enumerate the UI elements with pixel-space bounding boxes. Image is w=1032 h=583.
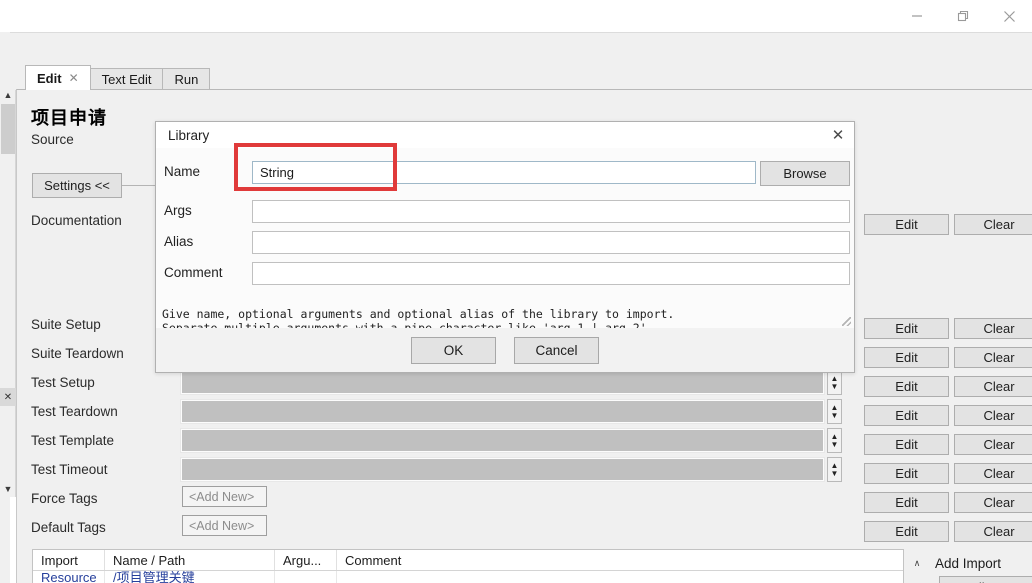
label-test-setup: Test Setup [31,375,95,390]
test-teardown-spinner[interactable]: ▲ ▼ [827,399,842,424]
test-setup-value-field[interactable] [180,370,825,395]
args-label: Args [164,203,192,218]
page-title: 项目申请 [31,108,107,129]
dialog-footer: OK Cancel [156,328,854,372]
label-suite-setup: Suite Setup [31,317,101,332]
scroll-down-icon[interactable]: ▼ [0,480,16,497]
documentation-clear-button[interactable]: Clear [954,214,1032,235]
tab-close-icon[interactable]: ✕ [69,72,79,84]
default-tags-add-new[interactable]: <Add New> [182,515,267,536]
suite-setup-clear-button[interactable]: Clear [954,318,1032,339]
tab-edit-label: Edit [37,70,62,86]
test-template-edit-button[interactable]: Edit [864,434,949,455]
test-template-value-field[interactable] [180,428,825,453]
force-tags-edit-button[interactable]: Edit [864,492,949,513]
window-controls [894,0,1032,32]
restore-icon[interactable] [940,1,986,31]
test-timeout-value-field[interactable] [180,457,825,482]
tab-run[interactable]: Run [162,68,211,90]
add-import-label: Add Import [935,556,1002,571]
test-teardown-value-field[interactable] [180,399,825,424]
label-default-tags: Default Tags [31,520,106,535]
suite-setup-edit-button[interactable]: Edit [864,318,949,339]
column-header-comment: Comment [345,552,402,568]
alias-label: Alias [164,234,194,249]
cell-name-path: /项目管理关键 [105,571,275,583]
import-table-header: Import Name / Path Argu... Comment [33,550,903,571]
cell-args [275,571,337,583]
test-setup-edit-button[interactable]: Edit [864,376,949,397]
comment-label: Comment [164,265,223,280]
label-force-tags: Force Tags [31,491,98,506]
comment-field[interactable] [252,262,850,285]
column-header-args: Argu... [275,550,337,570]
dialog-resize-grip[interactable] [842,317,851,326]
column-header-name-path: Name / Path [105,550,275,570]
tab-text-edit[interactable]: Text Edit [89,68,164,90]
add-import-library-button[interactable]: Library [939,576,1032,583]
tab-text-edit-label: Text Edit [101,72,152,87]
dialog-body: Name String Browse Args Alias Comment Gi… [156,148,854,348]
tab-edit[interactable]: Edit ✕ [25,65,91,90]
name-label: Name [164,164,201,179]
test-template-spinner[interactable]: ▲ ▼ [827,428,842,453]
table-scroll-up-icon[interactable]: ∧ [910,556,924,570]
label-test-timeout: Test Timeout [31,462,108,477]
dialog-row-comment: Comment [156,262,854,288]
test-setup-clear-button[interactable]: Clear [954,376,1032,397]
dialog-row-alias: Alias [156,231,854,257]
suite-teardown-edit-button[interactable]: Edit [864,347,949,368]
tab-bar: Edit ✕ Text Edit Run [10,64,1032,90]
cell-comment [337,571,902,583]
settings-toggle-button[interactable]: Settings << [32,173,122,198]
name-field[interactable]: String [252,161,756,184]
browse-button[interactable]: Browse [760,161,850,186]
documentation-label: Documentation [31,213,122,228]
test-timeout-clear-button[interactable]: Clear [954,463,1032,484]
outer-vertical-scrollbar[interactable]: ▲ ▼ [0,86,16,497]
cancel-button[interactable]: Cancel [514,336,599,364]
column-header-import: Import [33,550,105,570]
table-row[interactable]: Resource /项目管理关键 [33,571,903,583]
scrollbar-thumb[interactable] [1,104,15,154]
label-test-template: Test Template [31,433,115,448]
label-test-teardown: Test Teardown [31,404,118,419]
test-teardown-edit-button[interactable]: Edit [864,405,949,426]
label-suite-teardown: Suite Teardown [31,346,124,361]
minimize-icon[interactable] [894,1,940,31]
test-timeout-edit-button[interactable]: Edit [864,463,949,484]
dialog-close-icon[interactable]: ✕ [827,125,849,145]
library-dialog: Library ✕ Name String Browse Args Alias [155,121,855,373]
default-tags-clear-button[interactable]: Clear [954,521,1032,542]
test-timeout-spinner[interactable]: ▲ ▼ [827,457,842,482]
dialog-row-name: Name String Browse [156,161,854,187]
force-tags-clear-button[interactable]: Clear [954,492,1032,513]
documentation-edit-button[interactable]: Edit [864,214,949,235]
dialog-row-args: Args [156,200,854,226]
test-teardown-clear-button[interactable]: Clear [954,405,1032,426]
application-window: ▲ ▼ ✕ Edit ✕ Text Edit Run 项目申请 Source S… [0,0,1032,583]
force-tags-add-new[interactable]: <Add New> [182,486,267,507]
source-label: Source [31,132,74,147]
default-tags-edit-button[interactable]: Edit [864,521,949,542]
tab-run-label: Run [174,72,199,87]
test-template-clear-button[interactable]: Clear [954,434,1032,455]
import-table[interactable]: Import Name / Path Argu... Comment Resou… [32,549,904,583]
cell-import: Resource [33,571,105,583]
window-title-bar [0,0,1032,32]
toolbar-strip [0,32,1032,64]
dialog-title: Library [168,127,210,143]
ok-button[interactable]: OK [411,336,496,364]
suite-teardown-clear-button[interactable]: Clear [954,347,1032,368]
alias-field[interactable] [252,231,850,254]
dialog-title-bar: Library ✕ [156,122,854,148]
args-field[interactable] [252,200,850,223]
close-icon[interactable] [986,1,1032,31]
panel-close-icon[interactable]: ✕ [0,388,16,406]
test-setup-spinner[interactable]: ▲ ▼ [827,370,842,395]
